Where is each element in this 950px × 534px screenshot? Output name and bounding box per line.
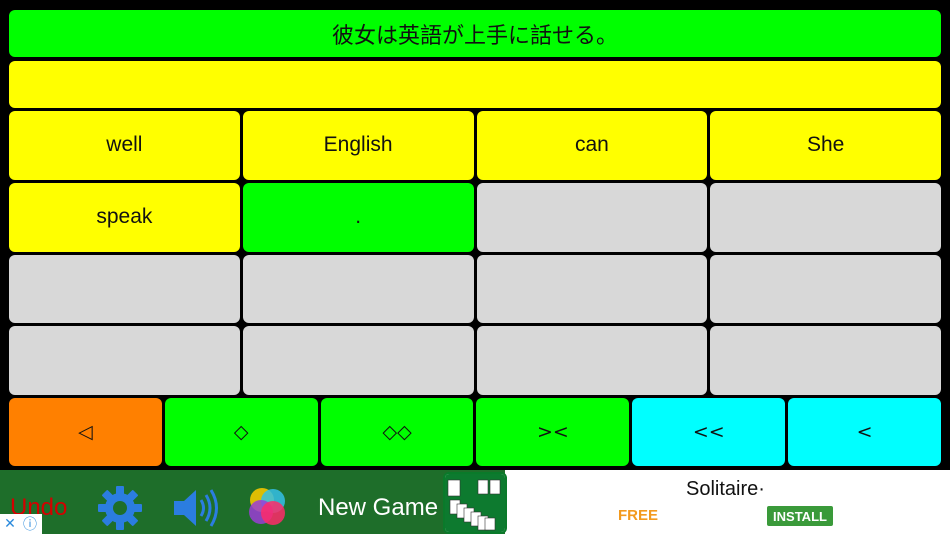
speaker-icon[interactable] xyxy=(170,484,220,534)
empty-tile[interactable] xyxy=(476,182,708,252)
close-icon[interactable]: ✕ xyxy=(0,514,20,534)
ad-price: FREE xyxy=(618,507,659,524)
empty-tile[interactable] xyxy=(710,254,941,324)
empty-tile[interactable] xyxy=(710,182,941,252)
word-tile[interactable]: She xyxy=(710,111,941,180)
ad-title[interactable]: Solitaire· xyxy=(686,478,765,501)
word-tile[interactable]: can xyxy=(476,111,708,180)
word-tile[interactable]: well xyxy=(9,111,240,180)
gear-icon[interactable] xyxy=(96,484,144,534)
word-tile[interactable]: . xyxy=(242,182,474,252)
empty-tile[interactable] xyxy=(476,254,708,324)
empty-tile[interactable] xyxy=(242,254,474,324)
solitaire-app-icon[interactable] xyxy=(443,472,507,534)
info-icon[interactable]: ⓘ xyxy=(20,514,40,534)
answer-bar[interactable] xyxy=(9,61,941,108)
empty-tile[interactable] xyxy=(242,326,474,395)
back-button[interactable]: ◁ xyxy=(9,398,162,466)
swap-button[interactable]: >< xyxy=(476,398,630,466)
double-hint-button[interactable]: ◇◇ xyxy=(320,398,474,466)
clear-all-button[interactable]: << xyxy=(632,398,786,466)
empty-tile[interactable] xyxy=(710,326,941,395)
new-game-button[interactable]: New Game xyxy=(318,494,438,522)
prompt-sentence: 彼女は英語が上手に話せる。 xyxy=(331,23,618,49)
word-tile[interactable]: speak xyxy=(9,182,240,252)
empty-tile[interactable] xyxy=(476,326,708,395)
ad-choices: ✕ ⓘ xyxy=(0,514,42,534)
empty-tile[interactable] xyxy=(9,326,240,395)
ad-install-button[interactable]: INSTALL xyxy=(767,506,833,526)
word-tile-grid: well English can She speak . xyxy=(9,111,941,395)
control-buttons: ◁ ◇ ◇◇ >< << < xyxy=(9,398,941,466)
color-circles-icon[interactable] xyxy=(244,484,290,534)
delete-last-button[interactable]: < xyxy=(788,398,941,466)
hint-button[interactable]: ◇ xyxy=(164,398,318,466)
bottom-toolbar: Undo New Game xyxy=(0,470,505,534)
prompt-sentence-bar: 彼女は英語が上手に話せる。 xyxy=(9,10,941,57)
empty-tile[interactable] xyxy=(9,254,240,324)
word-tile[interactable]: English xyxy=(242,111,474,180)
